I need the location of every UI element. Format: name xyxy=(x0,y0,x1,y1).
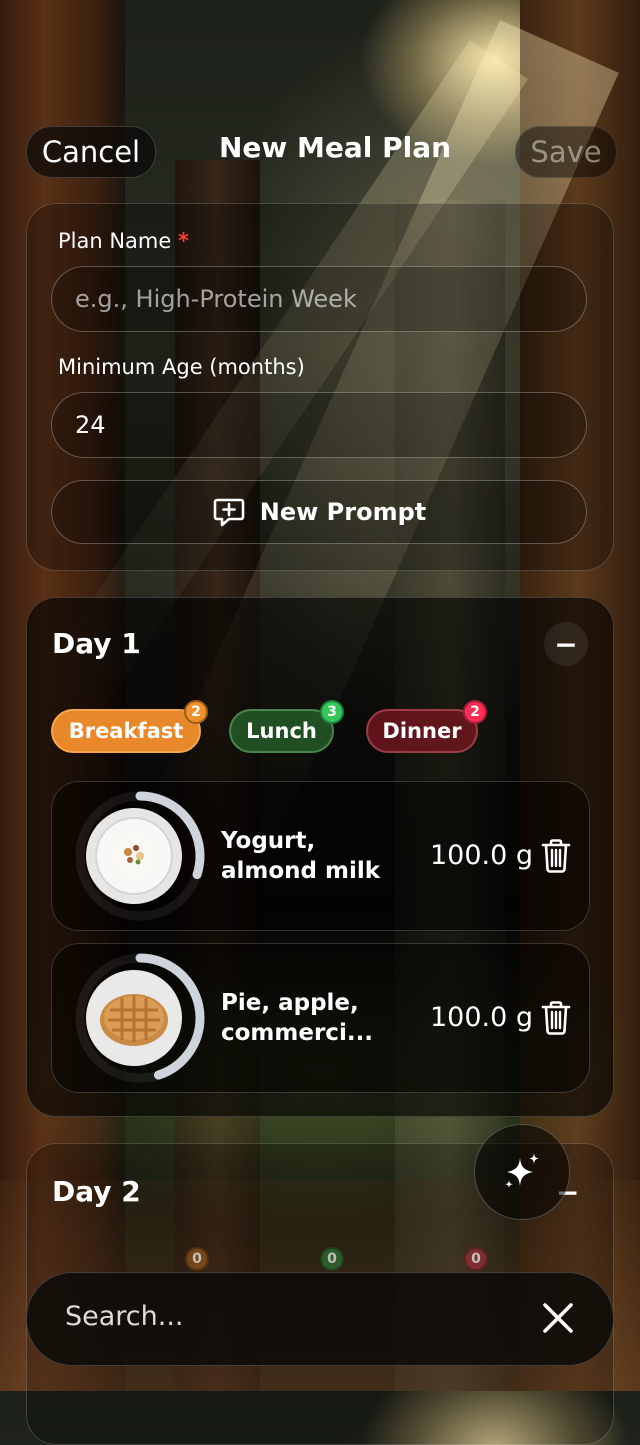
food-name: Pie, apple, commerci... xyxy=(221,990,374,1046)
meal-chip-dinner[interactable]: Dinner xyxy=(366,709,478,753)
min-age-value: 24 xyxy=(75,411,106,439)
chat-plus-icon xyxy=(212,495,246,529)
food-quantity: 100.0 g xyxy=(430,1002,534,1033)
save-button[interactable]: Save xyxy=(515,126,617,178)
meal-count-badge: 0 xyxy=(320,1247,344,1271)
search-bar[interactable]: Search... xyxy=(26,1272,614,1366)
day-title: Day 2 xyxy=(52,1175,141,1208)
ai-suggest-button[interactable] xyxy=(474,1124,570,1220)
plan-name-placeholder: e.g., High-Protein Week xyxy=(75,285,357,313)
new-prompt-button[interactable]: New Prompt xyxy=(51,480,587,544)
close-icon[interactable] xyxy=(540,1300,576,1340)
sparkles-icon xyxy=(500,1150,544,1194)
plan-name-label: Plan Name * xyxy=(58,229,189,253)
portion-ring xyxy=(75,953,205,1083)
food-item[interactable]: Yogurt, almond milk 100.0 g xyxy=(51,781,590,931)
meal-chip-label: Dinner xyxy=(382,719,462,743)
meal-chip-breakfast[interactable]: Breakfast xyxy=(51,709,201,753)
trash-icon[interactable] xyxy=(540,838,572,878)
day-title: Day 1 xyxy=(52,627,141,660)
meal-chip-lunch[interactable]: Lunch xyxy=(229,709,334,753)
trash-icon[interactable] xyxy=(540,1000,572,1040)
meal-count-badge: 3 xyxy=(320,700,344,724)
new-prompt-label: New Prompt xyxy=(259,498,427,526)
required-mark: * xyxy=(178,229,189,253)
collapse-day-button[interactable]: − xyxy=(544,622,588,666)
meal-count-badge: 0 xyxy=(464,1247,488,1271)
plan-name-input[interactable]: e.g., High-Protein Week xyxy=(51,266,587,332)
meal-count-badge: 2 xyxy=(184,700,208,724)
min-age-input[interactable]: 24 xyxy=(51,392,587,458)
portion-ring xyxy=(75,791,205,921)
food-item[interactable]: Pie, apple, commerci... 100.0 g xyxy=(51,943,590,1093)
search-input[interactable]: Search... xyxy=(65,1301,184,1332)
meal-chip-label: Breakfast xyxy=(68,719,184,743)
minus-icon: − xyxy=(554,627,578,661)
meal-chip-label: Lunch xyxy=(246,719,317,743)
save-label: Save xyxy=(530,135,602,169)
meal-count-badge: 2 xyxy=(463,700,487,724)
food-quantity: 100.0 g xyxy=(430,840,534,871)
meal-count-badge: 0 xyxy=(185,1247,209,1271)
min-age-label: Minimum Age (months) xyxy=(58,355,305,379)
food-name: Yogurt, almond milk xyxy=(221,828,381,884)
